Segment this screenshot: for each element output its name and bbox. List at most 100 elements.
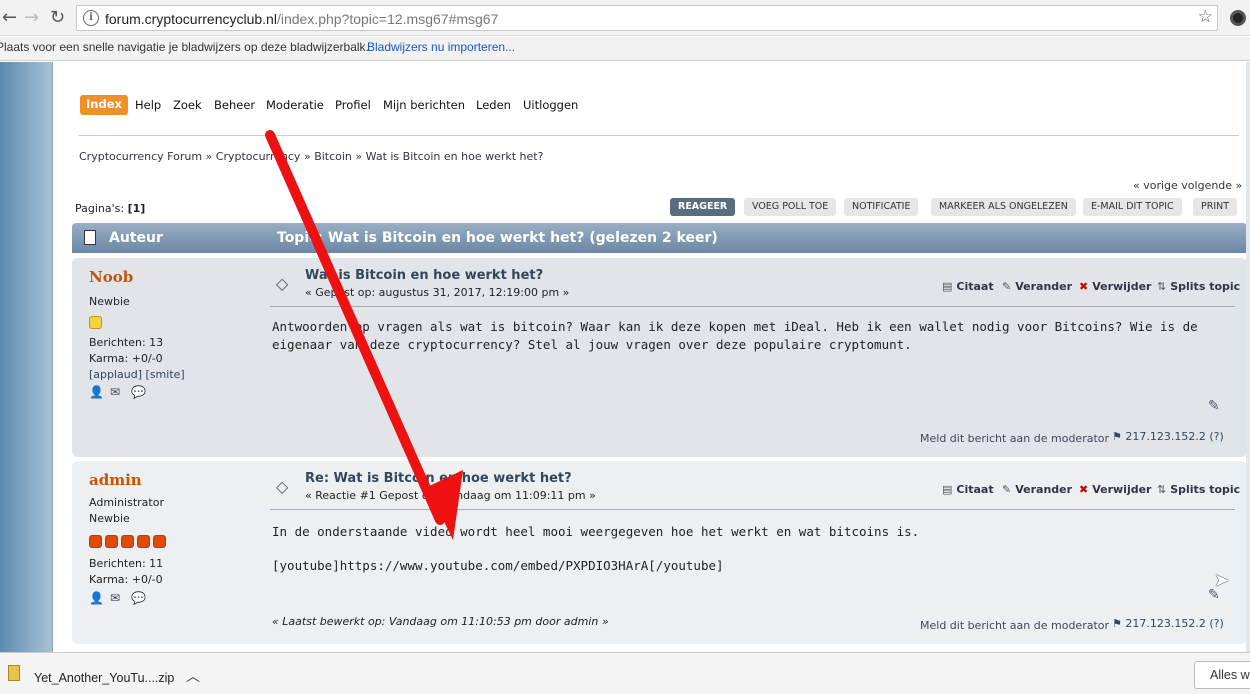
karma: Karma: +0/-0 bbox=[89, 573, 163, 586]
page-background bbox=[0, 62, 53, 652]
email-icon[interactable]: ✉ bbox=[110, 591, 126, 605]
notify-button[interactable]: NOTIFICATIE bbox=[844, 198, 919, 216]
document-icon bbox=[84, 230, 96, 245]
breadcrumb-item-forum[interactable]: Cryptocurrency Forum bbox=[79, 150, 202, 163]
menu-item-zoek[interactable]: Zoek bbox=[173, 98, 202, 112]
download-item[interactable]: Yet_Another_YouTu....zip bbox=[34, 671, 174, 685]
bookmarks-bar: Plaats voor een snelle navigatie je blad… bbox=[0, 37, 1250, 61]
modify-icon: ✎ bbox=[1002, 280, 1012, 293]
breadcrumb-item-category[interactable]: Cryptocurrency bbox=[216, 150, 301, 163]
pm-icon[interactable]: 💬 bbox=[131, 385, 147, 399]
rank-star-icon bbox=[121, 535, 134, 548]
member-post-group: Newbie bbox=[89, 512, 130, 525]
member-group: Administrator bbox=[89, 496, 164, 509]
karma-links[interactable]: [applaud] [smite] bbox=[89, 368, 185, 381]
breadcrumb-item-board[interactable]: Bitcoin bbox=[314, 150, 352, 163]
email-icon[interactable]: ✉ bbox=[110, 385, 126, 399]
breadcrumb-item-topic[interactable]: Wat is Bitcoin en hoe werkt het? bbox=[366, 150, 544, 163]
rank-star-icon bbox=[89, 535, 102, 548]
zip-file-icon bbox=[8, 665, 20, 681]
post-divider bbox=[270, 509, 1235, 510]
report-to-moderator-link[interactable]: Meld dit bericht aan de moderator bbox=[920, 619, 1109, 632]
post-divider bbox=[270, 306, 1235, 307]
topic-title: Topic: Wat is Bitcoin en hoe werkt het? … bbox=[277, 230, 718, 246]
topic-header-bar: Auteur Topic: Wat is Bitcoin en hoe werk… bbox=[72, 223, 1247, 253]
quote-button[interactable]: ▤ Citaat bbox=[942, 483, 994, 496]
poster-actions: 👤 ✉ 💬 bbox=[89, 385, 147, 399]
poster-name[interactable]: Noob bbox=[89, 268, 133, 286]
prev-next-links[interactable]: « vorige volgende » bbox=[1133, 179, 1242, 192]
menu-item-beheer[interactable]: Beheer bbox=[214, 98, 255, 112]
quote-icon: ▤ bbox=[942, 483, 953, 496]
message-icon: ◇ bbox=[276, 274, 289, 293]
message-icon: ◇ bbox=[276, 477, 289, 496]
reload-icon[interactable]: ↻ bbox=[50, 8, 65, 28]
karma: Karma: +0/-0 bbox=[89, 352, 163, 365]
post-count: Berichten: 13 bbox=[89, 336, 164, 349]
modify-button[interactable]: ✎ Verander bbox=[1002, 280, 1072, 293]
rank-star-icon bbox=[137, 535, 150, 548]
url-text[interactable]: forum.cryptocurrencyclub.nl/index.php?to… bbox=[105, 11, 498, 27]
menu-item-uitloggen[interactable]: Uitloggen bbox=[523, 98, 578, 112]
poster-name[interactable]: admin bbox=[89, 471, 142, 489]
post-count: Berichten: 11 bbox=[89, 557, 164, 570]
menu-item-help[interactable]: Help bbox=[135, 98, 161, 112]
mark-unread-button[interactable]: MARKEER ALS ONGELEZEN bbox=[931, 198, 1076, 216]
forward-icon[interactable]: → bbox=[24, 8, 39, 28]
bookmark-star-icon[interactable]: ☆ bbox=[1198, 7, 1213, 27]
inline-modify-icon[interactable]: ✎ bbox=[1208, 398, 1220, 414]
split-icon: ⇅ bbox=[1157, 483, 1167, 496]
reply-button[interactable]: REAGEER bbox=[670, 198, 736, 216]
post-1: Noob Newbie Berichten: 13 Karma: +0/-0 [… bbox=[72, 258, 1247, 457]
menu-item-moderatie[interactable]: Moderatie bbox=[266, 98, 324, 112]
delete-button[interactable]: ✖ Verwijder bbox=[1079, 280, 1151, 293]
delete-icon: ✖ bbox=[1079, 280, 1089, 293]
info-icon[interactable]: i bbox=[83, 10, 99, 26]
ip-icon: ⚑ bbox=[1112, 617, 1126, 630]
delete-button[interactable]: ✖ Verwijder bbox=[1079, 483, 1151, 496]
scrollbar[interactable] bbox=[1246, 62, 1250, 652]
back-icon[interactable]: ← bbox=[2, 8, 17, 28]
menu-item-profiel[interactable]: Profiel bbox=[335, 98, 371, 112]
menu-item-mijn-berichten[interactable]: Mijn berichten bbox=[383, 98, 465, 112]
quote-button[interactable]: ▤ Citaat bbox=[942, 280, 994, 293]
post-body: Antwoorden op vragen als wat is bitcoin?… bbox=[272, 319, 1198, 352]
import-bookmarks-link[interactable]: Bladwijzers nu importeren... bbox=[367, 40, 515, 54]
split-topic-button[interactable]: ⇅ Splits topic bbox=[1157, 483, 1240, 496]
author-column-label: Auteur bbox=[109, 230, 163, 246]
ip-address: ⚑ 217.123.152.2 (?) bbox=[1112, 430, 1224, 443]
delete-icon: ✖ bbox=[1079, 483, 1089, 496]
last-edit-note: « Laatst bewerkt op: Vandaag om 11:10:53… bbox=[272, 615, 609, 628]
profile-icon[interactable]: 👤 bbox=[89, 591, 105, 605]
pm-icon[interactable]: 💬 bbox=[131, 591, 147, 605]
rank-stars bbox=[89, 316, 102, 329]
pages-label: Pagina's: bbox=[75, 202, 125, 215]
quote-icon: ▤ bbox=[942, 280, 953, 293]
rank-star-icon bbox=[89, 316, 102, 329]
menu-item-index[interactable]: Index bbox=[80, 95, 128, 115]
current-page[interactable]: [1] bbox=[128, 202, 146, 215]
chevron-up-icon[interactable]: ︿ bbox=[186, 666, 200, 686]
address-bar[interactable]: i forum.cryptocurrencyclub.nl/index.php?… bbox=[76, 5, 1218, 31]
show-all-downloads-button[interactable]: Alles w bbox=[1194, 661, 1250, 689]
post-subject[interactable]: Re: Wat is Bitcoin en hoe werkt het? bbox=[305, 471, 572, 486]
report-to-moderator-link[interactable]: Meld dit bericht aan de moderator bbox=[920, 432, 1109, 445]
post-subject[interactable]: Wat is Bitcoin en hoe werkt het? bbox=[305, 268, 543, 283]
ip-address: ⚑ 217.123.152.2 (?) bbox=[1112, 617, 1224, 630]
post-2: admin Administrator Newbie Berichten: 11… bbox=[72, 461, 1247, 644]
modify-button[interactable]: ✎ Verander bbox=[1002, 483, 1072, 496]
profile-icon[interactable]: 👤 bbox=[89, 385, 105, 399]
modify-icon: ✎ bbox=[1002, 483, 1012, 496]
add-poll-button[interactable]: VOEG POLL TOE bbox=[744, 198, 837, 216]
post-body-embed: [youtube]https://www.youtube.com/embed/P… bbox=[272, 558, 724, 573]
split-topic-button[interactable]: ⇅ Splits topic bbox=[1157, 280, 1240, 293]
rank-star-icon bbox=[153, 535, 166, 548]
rank-star-icon bbox=[105, 535, 118, 548]
email-topic-button[interactable]: E-MAIL DIT TOPIC bbox=[1083, 198, 1182, 216]
page-numbers: Pagina's: [1] bbox=[75, 202, 145, 215]
post-date: « Reactie #1 Gepost op: Vandaag om 11:09… bbox=[305, 489, 596, 502]
extension-icon[interactable] bbox=[1230, 10, 1246, 26]
menu-item-leden[interactable]: Leden bbox=[476, 98, 511, 112]
print-button[interactable]: PRINT bbox=[1193, 198, 1238, 216]
poster-actions: 👤 ✉ 💬 bbox=[89, 591, 147, 605]
